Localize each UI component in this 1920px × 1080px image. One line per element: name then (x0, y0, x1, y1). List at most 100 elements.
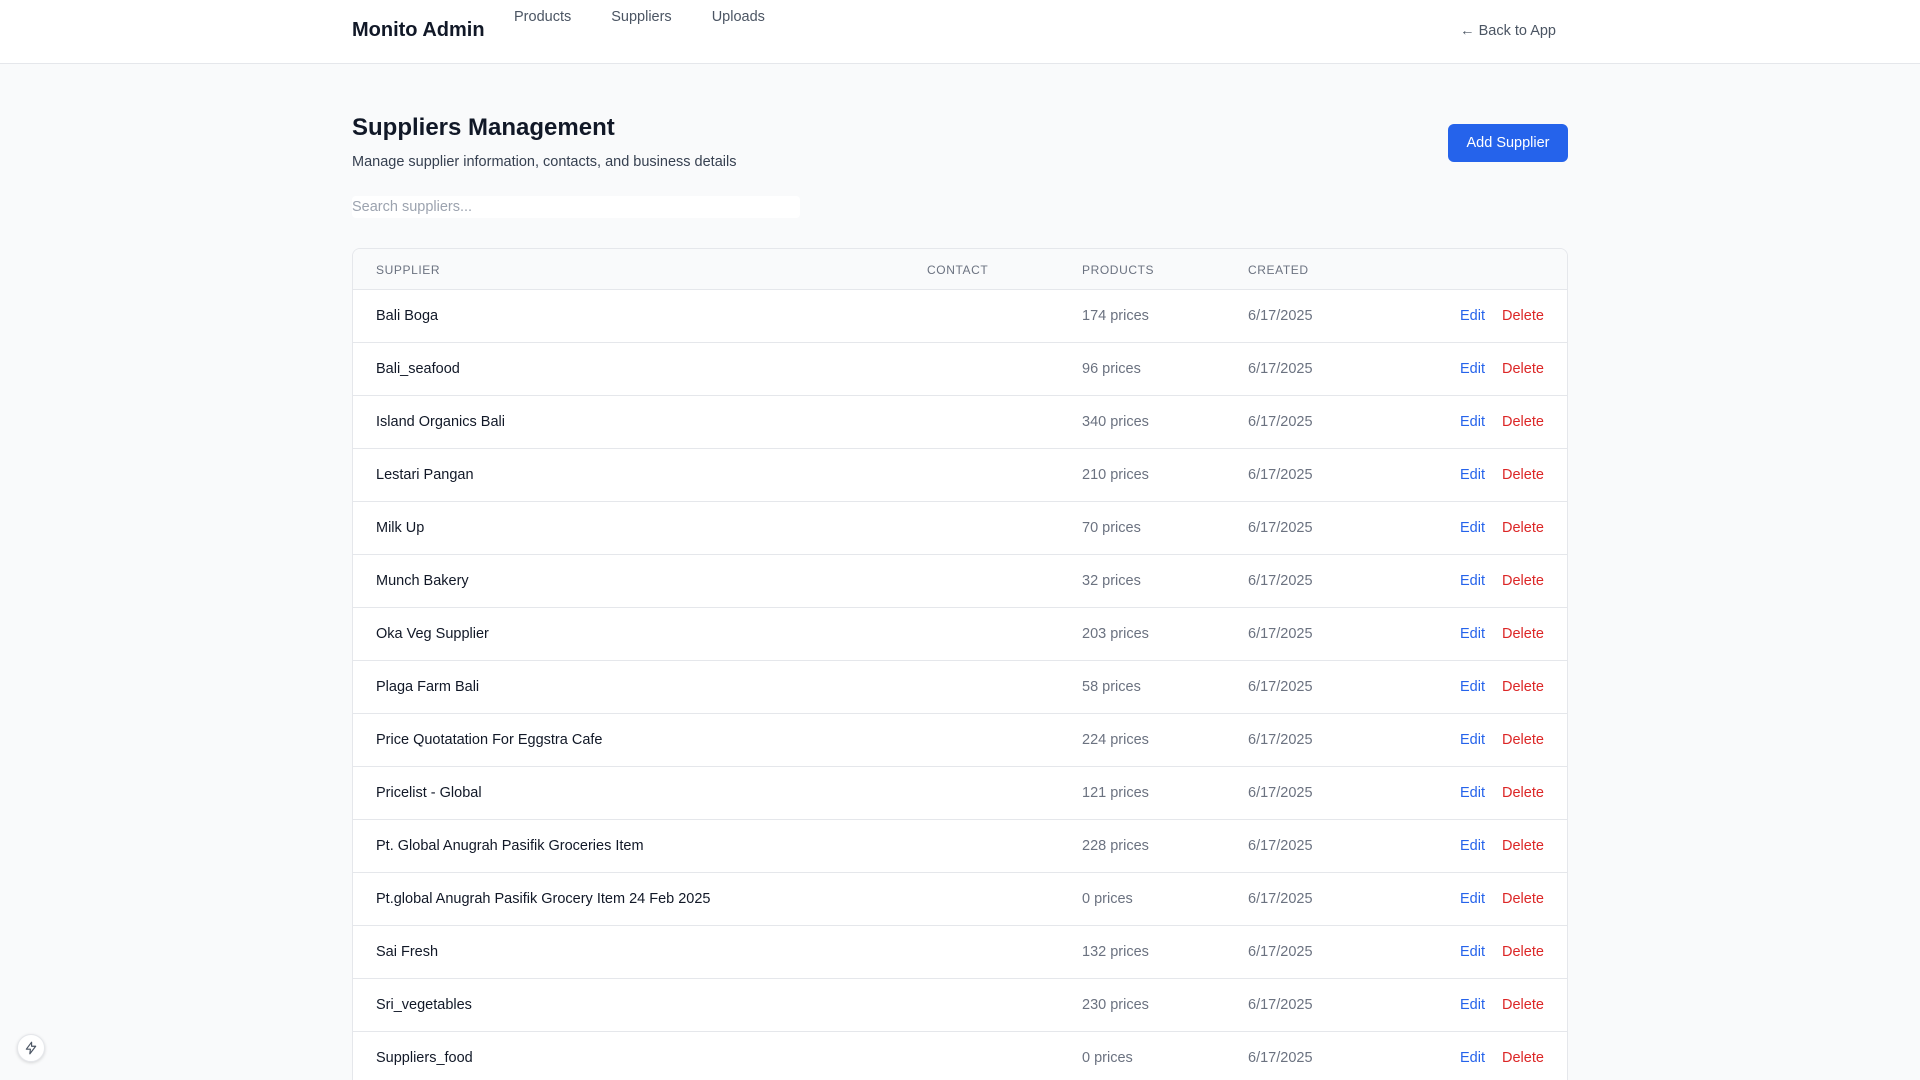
supplier-products: 32 prices (1082, 573, 1141, 589)
delete-button[interactable]: Delete (1502, 308, 1544, 324)
supplier-name: Lestari Pangan (376, 467, 474, 483)
supplier-products: 96 prices (1082, 361, 1141, 377)
supplier-name: Munch Bakery (376, 573, 469, 589)
supplier-created: 6/17/2025 (1248, 785, 1313, 801)
edit-button[interactable]: Edit (1460, 308, 1485, 324)
delete-button[interactable]: Delete (1502, 997, 1544, 1013)
edit-button[interactable]: Edit (1460, 1050, 1485, 1066)
table-row: Plaga Farm Bali 58 prices 6/17/2025 Edit Del… (353, 661, 1567, 714)
edit-button[interactable]: Edit (1460, 361, 1485, 377)
delete-button[interactable]: Delete (1502, 414, 1544, 430)
supplier-name: Oka Veg Supplier (376, 626, 489, 642)
nav-uploads[interactable]: Uploads (712, 9, 765, 25)
edit-button[interactable]: Edit (1460, 838, 1485, 854)
edit-button[interactable]: Edit (1460, 891, 1485, 907)
supplier-products: 174 prices (1082, 308, 1149, 324)
table-row: Munch Bakery 32 prices 6/17/2025 Edit Delete (353, 555, 1567, 608)
edit-button[interactable]: Edit (1460, 997, 1485, 1013)
supplier-created: 6/17/2025 (1248, 997, 1313, 1013)
table-row: Suppliers_food 0 prices 6/17/2025 Edit Delet… (353, 1032, 1567, 1080)
back-to-app-link[interactable]: ← Back to App (1460, 23, 1556, 39)
supplier-products: 340 prices (1082, 414, 1149, 430)
table-header: Supplier Contact Products Created (353, 249, 1567, 290)
delete-button[interactable]: Delete (1502, 838, 1544, 854)
supplier-name: Pricelist - Global (376, 785, 482, 801)
column-header-contact: Contact (927, 263, 989, 277)
column-header-products: Products (1082, 263, 1155, 277)
table-row: Sri_vegetables 230 prices 6/17/2025 Edit Del… (353, 979, 1567, 1032)
edit-button[interactable]: Edit (1460, 626, 1485, 642)
supplier-products: 224 prices (1082, 732, 1149, 748)
supplier-products: 132 prices (1082, 944, 1149, 960)
supplier-name: Bali Boga (376, 308, 439, 324)
table-row: Bali Boga 174 prices 6/17/2025 Edit Delete (353, 290, 1567, 343)
edit-button[interactable]: Edit (1460, 573, 1485, 589)
supplier-created: 6/17/2025 (1248, 308, 1313, 324)
supplier-created: 6/17/2025 (1248, 1050, 1313, 1066)
supplier-name: Pt.global Anugrah Pasifik Grocery Item 2… (376, 891, 711, 907)
add-supplier-button[interactable]: Add Supplier (1448, 124, 1568, 162)
delete-button[interactable]: Delete (1502, 944, 1544, 960)
edit-button[interactable]: Edit (1460, 679, 1485, 695)
delete-button[interactable]: Delete (1502, 361, 1544, 377)
nav-suppliers[interactable]: Suppliers (611, 9, 671, 25)
edit-button[interactable]: Edit (1460, 944, 1485, 960)
top-navbar: Monito Admin Products Suppliers Uploads … (0, 0, 1920, 64)
page-title: Suppliers Management (352, 114, 615, 141)
supplier-created: 6/17/2025 (1248, 520, 1313, 536)
suppliers-table: Supplier Contact Products Created Bali B… (352, 248, 1568, 1080)
table-row: Island Organics Bali 340 prices 6/17/2025 E… (353, 396, 1567, 449)
table-row: Sai Fresh 132 prices 6/17/2025 Edit Delete (353, 926, 1567, 979)
supplier-created: 6/17/2025 (1248, 838, 1313, 854)
supplier-created: 6/17/2025 (1248, 732, 1313, 748)
supplier-name: Island Organics Bali (376, 414, 505, 430)
supplier-created: 6/17/2025 (1248, 944, 1313, 960)
edit-button[interactable]: Edit (1460, 520, 1485, 536)
table-row: Lestari Pangan 210 prices 6/17/2025 Edit Del… (353, 449, 1567, 502)
delete-button[interactable]: Delete (1502, 891, 1544, 907)
supplier-name: Price Quotatation For Eggstra Cafe (376, 732, 603, 748)
delete-button[interactable]: Delete (1502, 467, 1544, 483)
supplier-created: 6/17/2025 (1248, 573, 1313, 589)
main-nav: Products Suppliers Uploads (514, 9, 765, 25)
table-row: Pricelist - Global 121 prices 6/17/2025 Edi… (353, 767, 1567, 820)
supplier-products: 0 prices (1082, 891, 1133, 907)
supplier-name: Sri_vegetables (376, 997, 472, 1013)
delete-button[interactable]: Delete (1502, 679, 1544, 695)
supplier-created: 6/17/2025 (1248, 414, 1313, 430)
delete-button[interactable]: Delete (1502, 520, 1544, 536)
edit-button[interactable]: Edit (1460, 732, 1485, 748)
table-row: Bali_seafood 96 prices 6/17/2025 Edit Delete (353, 343, 1567, 396)
supplier-products: 210 prices (1082, 467, 1149, 483)
nav-products[interactable]: Products (514, 9, 571, 25)
search-input[interactable] (352, 196, 800, 218)
supplier-name: Sai Fresh (376, 944, 439, 960)
supplier-products: 121 prices (1082, 785, 1149, 801)
delete-button[interactable]: Delete (1502, 573, 1544, 589)
delete-button[interactable]: Delete (1502, 785, 1544, 801)
supplier-products: 0 prices (1082, 1050, 1133, 1066)
supplier-products: 228 prices (1082, 838, 1149, 854)
supplier-products: 230 prices (1082, 997, 1149, 1013)
table-row: Price Quotatation For Eggstra Cafe 224 pr… (353, 714, 1567, 767)
delete-button[interactable]: Delete (1502, 732, 1544, 748)
supplier-created: 6/17/2025 (1248, 361, 1313, 377)
supplier-name: Milk Up (376, 520, 425, 536)
supplier-created: 6/17/2025 (1248, 891, 1313, 907)
supplier-name: Pt. Global Anugrah Pasifik Groceries Ite… (376, 838, 644, 854)
column-header-supplier: Supplier (376, 263, 441, 277)
edit-button[interactable]: Edit (1460, 785, 1485, 801)
edit-button[interactable]: Edit (1460, 467, 1485, 483)
table-row: Pt.global Anugrah Pasifik Grocery Item 2… (353, 873, 1567, 926)
delete-button[interactable]: Delete (1502, 1050, 1544, 1066)
table-row: Pt. Global Anugrah Pasifik Groceries Ite… (353, 820, 1567, 873)
supplier-created: 6/17/2025 (1248, 467, 1313, 483)
supplier-name: Plaga Farm Bali (376, 679, 480, 695)
page-subtitle: Manage supplier information, contacts, a… (352, 154, 737, 170)
table-row: Milk Up 70 prices 6/17/2025 Edit Delete (353, 502, 1567, 555)
lightning-bolt-icon[interactable] (17, 1034, 45, 1062)
delete-button[interactable]: Delete (1502, 626, 1544, 642)
edit-button[interactable]: Edit (1460, 414, 1485, 430)
supplier-name: Suppliers_food (376, 1050, 473, 1066)
supplier-products: 70 prices (1082, 520, 1141, 536)
